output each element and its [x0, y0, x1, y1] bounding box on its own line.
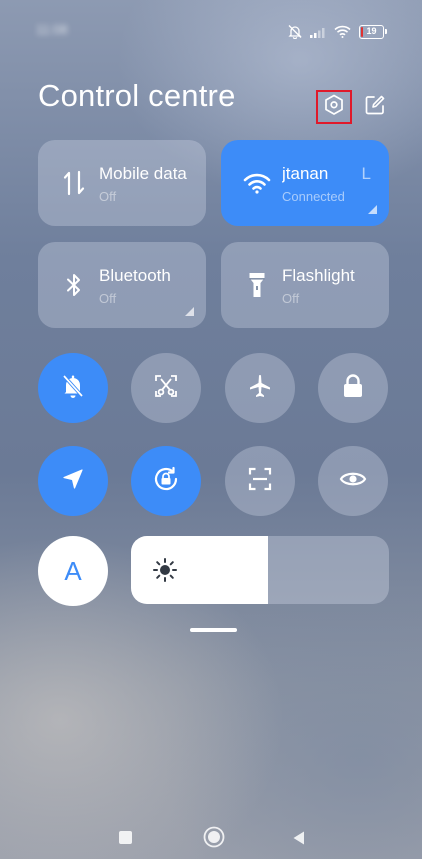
page-title: Control centre	[38, 78, 236, 113]
scissors-screenshot-icon	[153, 373, 179, 404]
flashlight-icon	[243, 269, 271, 301]
collapse-handle[interactable]	[190, 628, 237, 632]
tile-label: Flashlight	[282, 266, 355, 285]
mobile-data-arrows-icon	[60, 167, 88, 199]
toggle-location[interactable]	[38, 446, 108, 516]
tile-mobile-data[interactable]: Mobile data Off	[38, 140, 206, 226]
rotation-lock-icon	[152, 465, 180, 498]
tile-label: Bluetooth	[99, 266, 171, 285]
battery-fill	[361, 26, 364, 37]
tile-label-overflow: L	[361, 164, 371, 183]
wifi-icon	[243, 167, 271, 199]
settings-button[interactable]	[316, 90, 352, 124]
bell-off-icon	[288, 24, 302, 39]
status-bar: 11:08 19	[0, 0, 422, 62]
battery-icon: 19	[359, 24, 387, 39]
status-icons: 19	[288, 24, 387, 39]
home-circle-icon[interactable]	[203, 826, 225, 848]
tile-status: Off	[99, 189, 117, 204]
tile-label: Mobile data	[99, 164, 187, 183]
status-time: 11:08	[36, 22, 68, 37]
brightness-slider[interactable]	[131, 536, 389, 604]
cellular-signal-icon	[310, 26, 326, 38]
tile-status: Off	[282, 291, 300, 306]
tile-status: Connected	[282, 189, 345, 204]
toggle-lock-screen[interactable]	[318, 353, 388, 423]
toggle-screenshot[interactable]	[131, 353, 201, 423]
tile-flashlight[interactable]: Flashlight Off	[221, 242, 389, 328]
toggle-scanner[interactable]	[225, 446, 295, 516]
tile-bluetooth[interactable]: Bluetooth Off	[38, 242, 206, 328]
tile-status: Off	[99, 291, 117, 306]
edit-button[interactable]	[362, 94, 388, 120]
recents-square-icon[interactable]	[119, 831, 132, 844]
toggle-reading-mode[interactable]	[318, 446, 388, 516]
expand-corner-icon[interactable]	[185, 307, 194, 316]
settings-hexagon-icon	[324, 94, 344, 121]
sun-icon	[151, 556, 179, 584]
bluetooth-icon	[60, 269, 88, 301]
expand-corner-icon[interactable]	[368, 205, 377, 214]
tile-label: jtanan	[282, 164, 329, 183]
tile-wifi[interactable]: jtanan L Connected	[221, 140, 389, 226]
auto-brightness-label: A	[64, 555, 82, 586]
toggle-airplane-mode[interactable]	[225, 353, 295, 423]
back-triangle-icon[interactable]	[292, 830, 306, 846]
lock-icon	[341, 373, 365, 404]
eye-icon	[339, 469, 367, 494]
wifi-icon	[334, 25, 351, 38]
toggle-silent[interactable]	[38, 353, 108, 423]
navigation-bar	[0, 808, 422, 859]
airplane-icon	[247, 373, 273, 404]
edit-pencil-icon	[364, 94, 386, 121]
scan-frame-icon	[247, 466, 273, 497]
location-arrow-icon	[61, 467, 85, 496]
bell-off-icon	[60, 373, 86, 404]
auto-brightness-button[interactable]: A	[38, 536, 108, 606]
toggle-rotation-lock[interactable]	[131, 446, 201, 516]
battery-level: 19	[366, 26, 377, 36]
